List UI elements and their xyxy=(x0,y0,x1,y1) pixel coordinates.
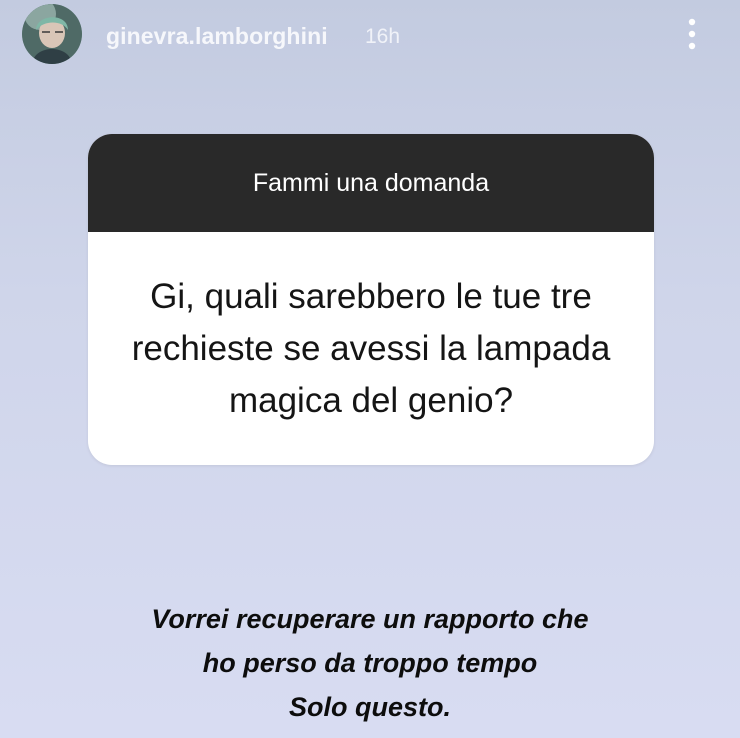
username[interactable]: ginevra.lamborghini xyxy=(106,23,328,50)
answer-text: Vorrei recuperare un rapporto che ho per… xyxy=(80,597,660,729)
answer-line: ho perso da troppo tempo xyxy=(202,648,538,678)
question-sticker-body: Gi, quali sarebbero le tue tre rechieste… xyxy=(88,232,654,465)
story-timestamp: 16h xyxy=(365,25,401,48)
profile-photo-icon xyxy=(22,4,82,64)
avatar[interactable] xyxy=(22,4,82,64)
answer-line: Vorrei recuperare un rapporto che xyxy=(151,604,589,634)
question-sticker[interactable]: Fammi una domanda Gi, quali sarebbero le… xyxy=(88,134,654,465)
more-vertical-icon[interactable] xyxy=(682,16,702,52)
question-prompt: Fammi una domanda xyxy=(252,168,490,197)
question-text: Gi, quali sarebbero le tue tre rechieste… xyxy=(131,276,611,420)
question-sticker-header: Fammi una domanda xyxy=(88,134,654,232)
answer-line: Solo questo. xyxy=(289,692,451,722)
story-header: ginevra.lamborghini 16h xyxy=(0,0,740,90)
